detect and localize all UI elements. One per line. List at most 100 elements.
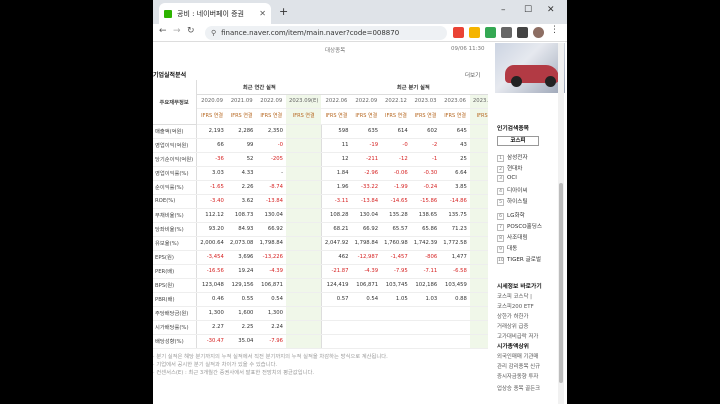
table-cell bbox=[286, 306, 322, 321]
sise-link[interactable]: 증시자금동향 투자 bbox=[497, 372, 563, 380]
popular-stock-name: 디아이씨 bbox=[507, 188, 528, 194]
rank-number: 5 bbox=[497, 199, 504, 206]
table-row: ROE(%) -3.40 3.62 -13.84 -3.11 -13.84 -14.65 -1… bbox=[153, 194, 488, 209]
basis-header: IFRS 연결 bbox=[321, 108, 352, 125]
table-cell: 2,193 bbox=[196, 124, 227, 139]
market-link[interactable]: 거래상위 급증 bbox=[497, 322, 563, 330]
sidebar-bottom-link[interactable]: 업상승 종목 골든크 bbox=[497, 384, 563, 392]
top-meta-left: 대상종목 bbox=[325, 48, 346, 54]
note-line: · 기업에서 공시한 분기 실적과 차이가 있을 수 있습니다. bbox=[153, 362, 278, 368]
market-link[interactable]: 코스피200 ETF bbox=[497, 302, 563, 310]
popular-tab-kospi[interactable]: 코스피 bbox=[497, 136, 539, 146]
address-bar[interactable]: ⚲ finance.naver.com/item/main.naver?code… bbox=[205, 26, 447, 40]
menu-kebab-icon[interactable]: ⋮ bbox=[550, 25, 561, 36]
sise-link[interactable]: 관리 감리종목 신규 bbox=[497, 362, 563, 370]
page-scrollbar[interactable] bbox=[558, 43, 564, 404]
note-line: · 분기 실적은 해당 분기까지의 누적 실적에서 직전 분기까지의 누적 실적… bbox=[153, 354, 388, 360]
popular-stock-item[interactable]: 6 LG화학 bbox=[497, 211, 525, 220]
table-row: 영업이익(억원) 66 99 -0 11 -19 -0 -2 43 bbox=[153, 138, 488, 153]
popular-stock-item[interactable]: 4 디아이씨 bbox=[497, 186, 528, 195]
period-header: 2021.09 bbox=[226, 94, 257, 109]
sise-link[interactable]: 외국인매매 기관매 bbox=[497, 352, 563, 360]
table-cell bbox=[286, 264, 322, 279]
downloads-icon[interactable] bbox=[517, 27, 528, 38]
table-cell bbox=[469, 124, 488, 139]
rank-number: 4 bbox=[497, 188, 504, 195]
table-row: 유보율(%) 2,000.64 2,073.08 1,798.84 2,047.92 1,… bbox=[153, 236, 488, 251]
table-cell bbox=[286, 222, 322, 237]
market-link[interactable]: 상한가 하한가 bbox=[497, 312, 563, 320]
table-row: 배당성향(%) -30.47 35.04 -7.96 bbox=[153, 334, 488, 349]
close-tab-icon[interactable]: ✕ bbox=[259, 9, 266, 18]
table-cell: 129,156 bbox=[226, 278, 257, 293]
row-label: 순이익률(%) bbox=[153, 180, 198, 195]
table-cell bbox=[286, 236, 322, 251]
popular-stock-name: OCI bbox=[507, 175, 517, 181]
table-cell: -1,457 bbox=[381, 250, 411, 265]
period-header-row: 2020.09 2021.09 2022.09 2023.09(E) 2022.06 20… bbox=[153, 94, 488, 109]
bookmark-star-icon[interactable] bbox=[469, 27, 480, 38]
quarter-group-header: 최근 분기 실적 bbox=[321, 80, 488, 95]
table-cell bbox=[469, 264, 488, 279]
table-cell: 0.55 bbox=[226, 292, 257, 307]
site-info-icon[interactable]: ⚲ bbox=[211, 29, 216, 37]
extension-icon[interactable] bbox=[485, 27, 496, 38]
popular-stock-item[interactable]: 9 대동 bbox=[497, 244, 517, 253]
row-label: 유보율(%) bbox=[153, 236, 198, 251]
basis-header: IFRS 연결 bbox=[469, 108, 488, 125]
table-cell bbox=[321, 334, 352, 349]
extensions-puzzle-icon[interactable] bbox=[501, 27, 512, 38]
table-cell: -30.47 bbox=[196, 334, 227, 349]
minimize-icon[interactable]: – bbox=[501, 5, 506, 15]
table-cell bbox=[469, 152, 488, 167]
table-cell: -21.87 bbox=[321, 264, 352, 279]
table-cell bbox=[321, 306, 352, 321]
popular-stock-item[interactable]: 5 하이스틸 bbox=[497, 197, 528, 206]
table-cell bbox=[410, 306, 441, 321]
table-row: 주당배당금(원) 1,300 1,600 1,300 bbox=[153, 306, 488, 321]
table-cell: -806 bbox=[410, 250, 441, 265]
close-window-icon[interactable]: ✕ bbox=[547, 5, 555, 15]
table-cell: 602 bbox=[410, 124, 441, 139]
advertisement-car-image[interactable] bbox=[495, 43, 565, 93]
table-cell: 43 bbox=[440, 138, 470, 153]
table-cell: 102,186 bbox=[410, 278, 441, 293]
table-cell: 93.20 bbox=[196, 222, 227, 237]
popular-stock-item[interactable]: 2 현대차 bbox=[497, 164, 522, 173]
table-cell: 3,696 bbox=[226, 250, 257, 265]
table-cell bbox=[351, 320, 382, 335]
popular-stock-name: 대동 bbox=[507, 246, 518, 252]
table-cell bbox=[286, 194, 322, 209]
table-cell: 645 bbox=[440, 124, 470, 139]
reload-icon[interactable]: ↻ bbox=[187, 26, 195, 36]
table-cell: 2,000.64 bbox=[196, 236, 227, 251]
new-tab-icon[interactable]: + bbox=[279, 5, 288, 18]
popular-stock-name: LG화학 bbox=[507, 213, 525, 219]
maximize-icon[interactable]: ☐ bbox=[524, 5, 532, 15]
period-header: 2023.03 bbox=[410, 94, 441, 109]
popular-stock-item[interactable]: 7 POSCO홀딩스 bbox=[497, 222, 542, 231]
table-cell: 1,798.84 bbox=[351, 236, 382, 251]
table-cell: -13,226 bbox=[256, 250, 287, 265]
profile-avatar-icon[interactable] bbox=[533, 27, 544, 38]
more-link[interactable]: 더보기 bbox=[465, 71, 480, 79]
table-cell bbox=[469, 250, 488, 265]
popular-stock-item[interactable]: 10 TIGER 글로벌 bbox=[497, 255, 541, 264]
back-icon[interactable]: ← bbox=[159, 26, 167, 36]
popular-stock-item[interactable]: 1 삼성전자 bbox=[497, 153, 528, 162]
scrollbar-thumb[interactable] bbox=[559, 183, 563, 383]
row-label: 매출액(억원) bbox=[153, 124, 198, 139]
popular-stock-item[interactable]: 3 OCI bbox=[497, 175, 517, 182]
period-header: 2022.09 bbox=[351, 94, 382, 109]
browser-tab[interactable]: 공비 : 네이버페이 증권 ✕ bbox=[159, 3, 271, 24]
market-link[interactable]: 코스피 코스닥 | bbox=[497, 292, 563, 300]
table-cell: 106,871 bbox=[351, 278, 382, 293]
basis-header: IFRS 연결 bbox=[440, 108, 470, 125]
google-icon[interactable] bbox=[453, 27, 464, 38]
market-link[interactable]: 고가대비급락 저가 bbox=[497, 332, 563, 340]
table-cell: -14.86 bbox=[440, 194, 470, 209]
popular-stock-item[interactable]: 8 사조대림 bbox=[497, 233, 528, 242]
table-row: 매출액(억원) 2,193 2,286 2,350 598 635 614 602 645 bbox=[153, 124, 488, 139]
basis-header-row: IFRS 연결 IFRS 연결 IFRS 연결 IFRS 연결 IFRS 연결 IFRS … bbox=[153, 108, 488, 125]
forward-icon[interactable]: → bbox=[173, 26, 181, 36]
